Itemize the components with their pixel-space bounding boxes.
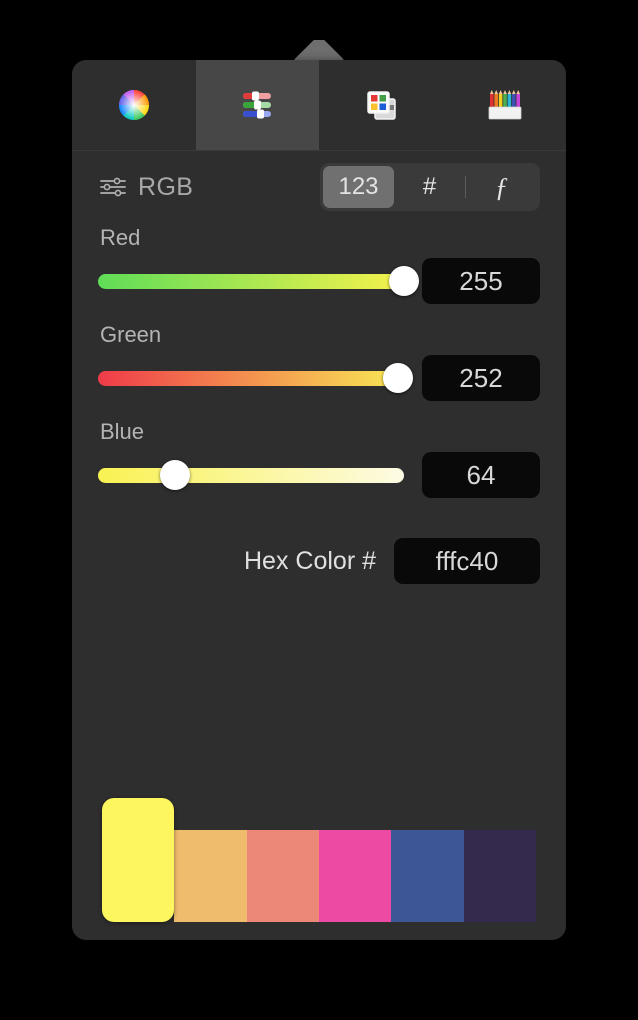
- format-function-button[interactable]: ƒ: [466, 166, 537, 208]
- channel-label: Blue: [100, 419, 145, 444]
- blue-slider-track: [98, 468, 404, 483]
- blue-value-field[interactable]: 64: [422, 452, 540, 498]
- tab-color-wheel[interactable]: [72, 60, 196, 150]
- blue-slider-knob[interactable]: [159, 460, 190, 490]
- channel-label: Red: [100, 225, 141, 250]
- mode-selector[interactable]: RGB: [98, 173, 193, 202]
- rgb-sliders-icon: [243, 91, 272, 119]
- red-slider[interactable]: [98, 262, 419, 300]
- green-slider[interactable]: [98, 359, 413, 397]
- swatch-2[interactable]: [246, 830, 319, 922]
- swatch-3[interactable]: [318, 830, 392, 922]
- channel-red: Red 255: [98, 225, 540, 304]
- hex-row: Hex Color # fffc40: [72, 516, 566, 584]
- green-slider-track: [98, 371, 404, 386]
- swatch-strip: [102, 798, 536, 922]
- mode-row: RGB 123 # ƒ: [72, 155, 566, 219]
- format-toggle-group: 123 # ƒ: [320, 163, 540, 211]
- swatch-5[interactable]: [463, 830, 536, 922]
- green-slider-knob[interactable]: [382, 363, 413, 393]
- tab-color-palettes[interactable]: [319, 60, 443, 150]
- color-pencils-icon: [488, 90, 522, 120]
- red-slider-track: [98, 274, 404, 289]
- color-picker-window: RGB 123 # ƒ Red 255 Green 252 Blue 64 He…: [0, 0, 638, 1020]
- channel-blue: Blue 64: [98, 419, 540, 498]
- red-slider-knob[interactable]: [389, 266, 419, 296]
- swatch-0[interactable]: [102, 798, 175, 922]
- swatch-4[interactable]: [391, 830, 464, 922]
- tab-bar: [72, 60, 566, 151]
- channel-green: Green 252: [98, 322, 540, 401]
- green-value-field[interactable]: 252: [422, 355, 540, 401]
- tab-color-sliders[interactable]: [195, 60, 319, 150]
- red-value-field[interactable]: 255: [422, 258, 540, 304]
- color-wheel-icon: [118, 90, 149, 120]
- blue-slider[interactable]: [98, 456, 404, 494]
- hex-label: Hex Color #: [244, 546, 376, 575]
- format-decimal-button[interactable]: 123: [323, 166, 394, 208]
- format-hex-button[interactable]: #: [394, 166, 465, 208]
- swatch-1[interactable]: [174, 830, 247, 922]
- tab-color-pencils[interactable]: [443, 60, 567, 150]
- color-picker-panel: RGB 123 # ƒ Red 255 Green 252 Blue 64 He…: [72, 60, 566, 940]
- channel-list: Red 255 Green 252 Blue 64: [72, 219, 566, 498]
- sliders-icon: [100, 177, 126, 197]
- color-palettes-icon: [367, 91, 396, 120]
- channel-label: Green: [100, 322, 162, 347]
- hex-value-field[interactable]: fffc40: [394, 538, 540, 584]
- mode-label: RGB: [138, 172, 194, 201]
